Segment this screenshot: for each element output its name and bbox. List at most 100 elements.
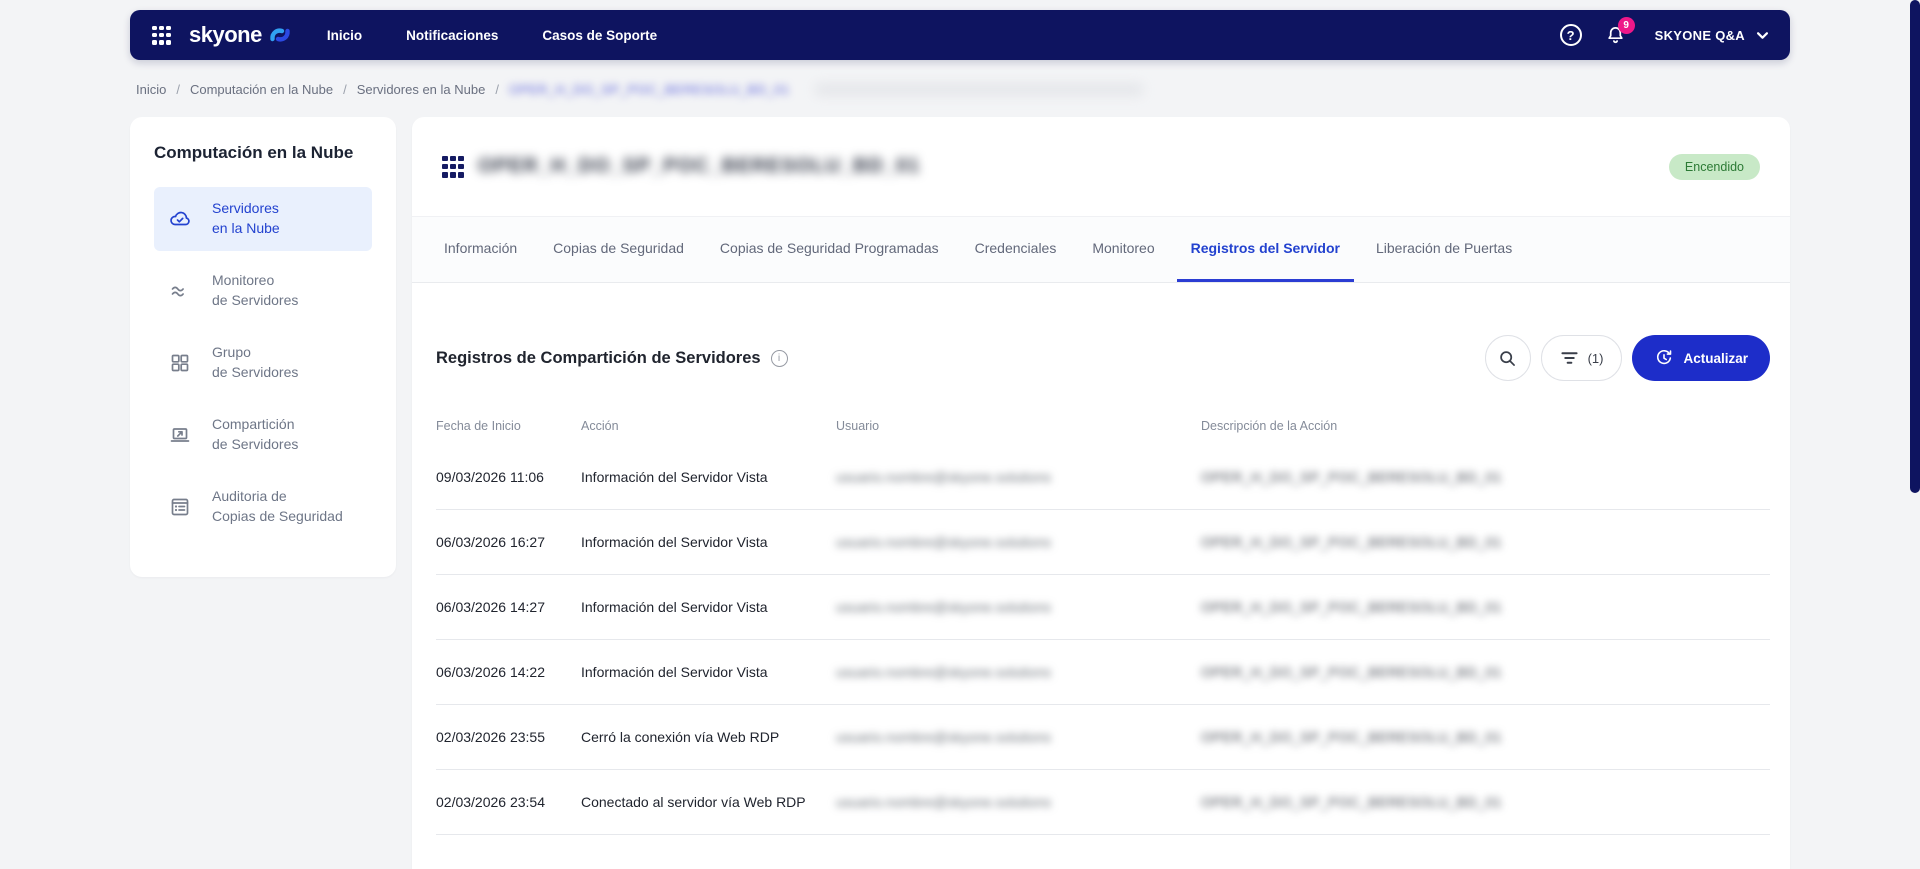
logs-section: Registros de Compartición de Servidores … [412, 283, 1790, 835]
refresh-history-icon [1657, 349, 1672, 365]
nav-link-inicio[interactable]: Inicio [327, 28, 362, 43]
column-header-fecha: Fecha de Inicio [436, 419, 521, 433]
content-row: Computación en la Nube Servidores en la … [130, 117, 1790, 869]
notification-badge: 9 [1617, 16, 1635, 34]
log-user-redacted: usuario.nombre@skyone.solutions [836, 599, 1051, 615]
tab-copias-de-seguridad[interactable]: Copias de Seguridad [539, 217, 698, 282]
label-line: en la Nube [212, 220, 280, 236]
apps-grid-icon[interactable] [152, 25, 171, 45]
log-user-redacted: usuario.nombre@skyone.solutions [836, 469, 1051, 485]
tab-credenciales[interactable]: Credenciales [961, 217, 1071, 282]
column-header-usuario: Usuario [836, 419, 880, 433]
help-button[interactable]: ? [1559, 24, 1582, 46]
table-row: 02/03/2026 23:54 Conectado al servidor v… [436, 770, 1770, 835]
column-header-accion: Acción [581, 419, 619, 433]
breadcrumb-separator: / [343, 82, 347, 97]
info-icon[interactable]: i [770, 349, 788, 367]
search-button[interactable] [1484, 335, 1531, 381]
breadcrumb-inicio[interactable]: Inicio [136, 82, 166, 97]
sidebar-item-grupo-de-servidores[interactable]: Grupo de Servidores [154, 331, 372, 395]
breadcrumb-current-redacted: OPER_H_DO_SP_POC_BERESOLU_BD_01 [508, 82, 790, 97]
server-grid-icon[interactable] [442, 155, 464, 178]
label-line: de Servidores [212, 436, 299, 452]
log-action: Información del Servidor Vista [581, 469, 768, 485]
log-description-redacted: OPER_H_DO_SP_POC_BERESOLU_BD_01 [1201, 794, 1503, 810]
account-menu[interactable]: SKYONE Q&A [1655, 28, 1768, 43]
search-icon [1500, 350, 1516, 366]
table-row: 06/03/2026 14:27 Información del Servido… [436, 575, 1770, 640]
log-date: 02/03/2026 23:54 [436, 794, 545, 810]
tab-copias-programadas[interactable]: Copias de Seguridad Programadas [706, 217, 953, 282]
label-line: Monitoreo [212, 272, 275, 289]
tab-informacion[interactable]: Información [430, 217, 531, 282]
log-description-redacted: OPER_H_DO_SP_POC_BERESOLU_BD_01 [1201, 469, 1503, 485]
table-row: 06/03/2026 14:22 Información del Servido… [436, 640, 1770, 705]
breadcrumb-separator: / [176, 82, 180, 97]
log-description-redacted: OPER_H_DO_SP_POC_BERESOLU_BD_01 [1201, 729, 1503, 745]
column-header-descripcion: Descripción de la Acción [1201, 419, 1338, 433]
label-line: Servidores [212, 200, 279, 217]
log-user-redacted: usuario.nombre@skyone.solutions [836, 794, 1051, 810]
sidebar: Computación en la Nube Servidores en la … [130, 117, 396, 577]
help-icon: ? [1559, 24, 1582, 46]
log-date: 06/03/2026 14:27 [436, 599, 545, 615]
sidebar-item-auditoria-copias-seguridad[interactable]: Auditoria de Copias de Seguridad [154, 475, 372, 539]
sidebar-item-label: Servidores en la Nube [212, 199, 280, 239]
label-line: Copias de Seguridad [212, 508, 343, 524]
filter-count: (1) [1587, 350, 1604, 366]
label-line: de Servidores [212, 292, 299, 308]
grid-dots-icon [152, 25, 171, 45]
account-label: SKYONE Q&A [1654, 27, 1745, 43]
refresh-button[interactable]: Actualizar [1632, 335, 1770, 381]
label-line: Grupo [212, 344, 251, 361]
table-row: 09/03/2026 11:06 Información del Servido… [436, 445, 1770, 510]
skyone-logo-text: skyone [189, 22, 262, 47]
tab-bar: Información Copias de Seguridad Copias d… [412, 217, 1790, 283]
filter-icon [1561, 352, 1578, 364]
audit-list-icon [168, 495, 192, 519]
redacted-smear [813, 83, 1144, 96]
log-description-redacted: OPER_H_DO_SP_POC_BERESOLU_BD_01 [1201, 664, 1503, 680]
cloud-check-icon [168, 207, 192, 231]
share-screen-icon [168, 423, 192, 447]
skyone-logo-mark-icon [270, 28, 290, 42]
server-detail-card: OPER_H_DO_SP_POC_BERESOLU_BD_01 Encendid… [412, 117, 1790, 869]
nav-links: Inicio Notificaciones Casos de Soporte [327, 28, 657, 43]
notifications-button[interactable]: 9 [1604, 16, 1635, 47]
sidebar-title: Computación en la Nube [154, 143, 354, 162]
skyone-logo[interactable]: skyone [189, 22, 293, 48]
log-action: Información del Servidor Vista [581, 664, 768, 680]
sidebar-item-label: Compartición de Servidores [212, 415, 298, 455]
tab-registros-del-servidor[interactable]: Registros del Servidor [1176, 217, 1354, 282]
filter-button[interactable]: (1) [1540, 335, 1623, 381]
log-date: 02/03/2026 23:55 [436, 729, 545, 745]
sidebar-item-label: Auditoria de Copias de Seguridad [212, 487, 343, 527]
nav-link-casos-de-soporte[interactable]: Casos de Soporte [542, 28, 657, 43]
log-description-redacted: OPER_H_DO_SP_POC_BERESOLU_BD_01 [1201, 599, 1503, 615]
log-date: 09/03/2026 11:06 [436, 469, 544, 485]
log-action: Información del Servidor Vista [581, 534, 768, 550]
log-description-redacted: OPER_H_DO_SP_POC_BERESOLU_BD_01 [1201, 534, 1503, 550]
vertical-scrollbar-thumb[interactable] [1910, 0, 1920, 493]
log-date: 06/03/2026 16:27 [436, 534, 545, 550]
sidebar-item-servidores-en-la-nube[interactable]: Servidores en la Nube [154, 187, 372, 251]
nav-link-notificaciones[interactable]: Notificaciones [406, 28, 498, 43]
sidebar-item-label: Grupo de Servidores [212, 343, 298, 383]
sidebar-item-monitoreo-de-servidores[interactable]: Monitoreo de Servidores [154, 259, 372, 323]
server-name-redacted: OPER_H_DO_SP_POC_BERESOLU_BD_01 [478, 155, 921, 177]
log-action: Cerró la conexión vía Web RDP [581, 729, 780, 745]
breadcrumb-computacion[interactable]: Computación en la Nube [190, 82, 333, 97]
breadcrumb-servidores[interactable]: Servidores en la Nube [357, 82, 486, 97]
logs-table: Fecha de Inicio Acción Usuario Descripci… [436, 407, 1770, 835]
tab-monitoreo[interactable]: Monitoreo [1078, 217, 1168, 282]
waves-monitoring-icon [168, 279, 192, 303]
table-header-row: Fecha de Inicio Acción Usuario Descripci… [436, 407, 1770, 445]
status-badge: Encendido [1668, 153, 1760, 180]
tab-liberacion-de-puertas[interactable]: Liberación de Puertas [1362, 217, 1526, 282]
refresh-label: Actualizar [1683, 350, 1748, 366]
server-header: OPER_H_DO_SP_POC_BERESOLU_BD_01 Encendid… [412, 117, 1790, 217]
breadcrumb-separator: / [495, 82, 499, 97]
chevron-down-icon [1757, 31, 1768, 39]
sidebar-item-comparticion-de-servidores[interactable]: Compartición de Servidores [154, 403, 372, 467]
grid-squares-icon [168, 351, 192, 375]
